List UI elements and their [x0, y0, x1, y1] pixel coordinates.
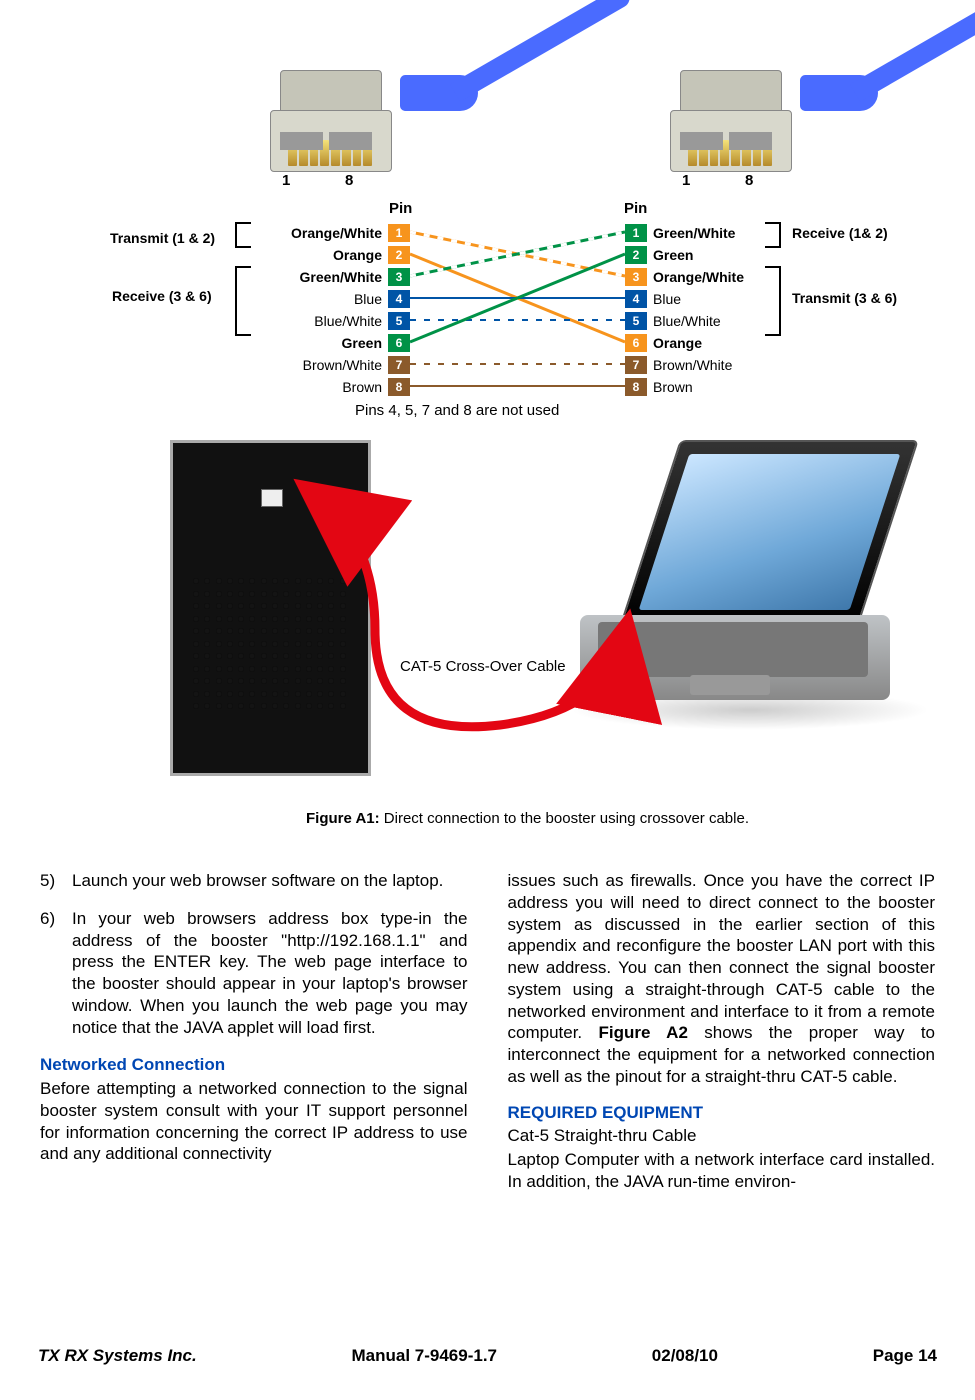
pin-number-box: 1	[388, 224, 410, 242]
pin-number-box: 6	[625, 334, 647, 352]
pin-wire-label: Blue	[354, 291, 382, 307]
pin-wire-label: Orange/White	[291, 225, 382, 241]
rj45-connector-left: 1 8	[250, 20, 480, 180]
transmit-left-label: Transmit (1 & 2)	[110, 230, 215, 246]
rj45-connector-right: 1 8	[650, 20, 880, 180]
pin-wire-label: Brown/White	[653, 357, 732, 373]
footer-company: TX RX Systems Inc.	[38, 1346, 197, 1366]
pin-wire-label: Brown	[342, 379, 382, 395]
pin-number-box: 2	[625, 246, 647, 264]
pin-row: 5 Blue/White	[625, 310, 825, 332]
pin-1-label: 1	[282, 172, 290, 189]
pin-row: 4 Blue	[625, 288, 825, 310]
pin-number-box: 3	[388, 268, 410, 286]
pin-row: Orange 2	[250, 244, 410, 266]
subhead-required: REQUIRED EQUIPMENT	[508, 1102, 936, 1124]
pin-wire-label: Orange	[333, 247, 382, 263]
figure-caption: Figure A1: Direct connection to the boos…	[40, 810, 975, 827]
list-item: 6) In your web browsers address box type…	[40, 908, 468, 1039]
pin-wire-label: Blue/White	[314, 313, 382, 329]
crossover-diagram: 1 8 1 8 Pin Pin Transmit (1 & 2) Receive…	[40, 20, 935, 840]
crossover-lines	[410, 222, 625, 400]
pin-row: Brown 8	[250, 376, 410, 398]
pin-number-box: 2	[388, 246, 410, 264]
pin-number-box: 8	[625, 378, 647, 396]
pin-row: Orange/White 1	[250, 222, 410, 244]
pin-1-label: 1	[682, 172, 690, 189]
pin-row: Green 6	[250, 332, 410, 354]
pin-number-box: 4	[388, 290, 410, 308]
pin-number-box: 7	[625, 356, 647, 374]
pin-header-right: Pin	[624, 200, 647, 217]
pin-number-box: 8	[388, 378, 410, 396]
subhead-networked: Networked Connection	[40, 1054, 468, 1076]
pin-row: Green/White 3	[250, 266, 410, 288]
pin-row: 8 Brown	[625, 376, 825, 398]
receive-left-label: Receive (3 & 6)	[112, 288, 212, 304]
pin-wire-label: Green/White	[653, 225, 735, 241]
body-text: 5) Launch your web browser software on t…	[40, 870, 935, 1300]
pin-row: 3 Orange/White	[625, 266, 825, 288]
pin-number-box: 6	[388, 334, 410, 352]
pin-wire-label: Orange	[653, 335, 702, 351]
pin-number-box: 5	[388, 312, 410, 330]
pin-row: Blue/White 5	[250, 310, 410, 332]
pin-header-left: Pin	[389, 200, 412, 217]
pin-8-label: 8	[345, 172, 353, 189]
cat5-cable-label: CAT-5 Cross-Over Cable	[400, 658, 566, 675]
pin-wire-label: Orange/White	[653, 269, 744, 285]
pin-wire-label: Green/White	[300, 269, 382, 285]
pin-wire-label: Brown/White	[303, 357, 382, 373]
pin-wire-label: Brown	[653, 379, 693, 395]
pin-row: 7 Brown/White	[625, 354, 825, 376]
footer-manual: Manual 7-9469-1.7	[352, 1346, 498, 1366]
pin-number-box: 4	[625, 290, 647, 308]
pin-row: Brown/White 7	[250, 354, 410, 376]
pin-wire-label: Green	[653, 247, 693, 263]
pin-8-label: 8	[745, 172, 753, 189]
footer-date: 02/08/10	[652, 1346, 718, 1366]
list-item: 5) Launch your web browser software on t…	[40, 870, 468, 892]
pin-number-box: 5	[625, 312, 647, 330]
pin-number-box: 7	[388, 356, 410, 374]
footer-page: Page 14	[873, 1346, 937, 1366]
pin-number-box: 3	[625, 268, 647, 286]
pin-row: 2 Green	[625, 244, 825, 266]
pin-number-box: 1	[625, 224, 647, 242]
page-footer: TX RX Systems Inc. Manual 7-9469-1.7 02/…	[38, 1346, 937, 1366]
pins-not-used-note: Pins 4, 5, 7 and 8 are not used	[355, 402, 559, 419]
pin-row: 6 Orange	[625, 332, 825, 354]
pin-wire-label: Green	[342, 335, 382, 351]
connection-illustration: CAT-5 Cross-Over Cable	[140, 440, 915, 780]
pin-row: Blue 4	[250, 288, 410, 310]
pin-wire-label: Blue	[653, 291, 681, 307]
pin-wire-label: Blue/White	[653, 313, 721, 329]
pin-row: 1 Green/White	[625, 222, 825, 244]
